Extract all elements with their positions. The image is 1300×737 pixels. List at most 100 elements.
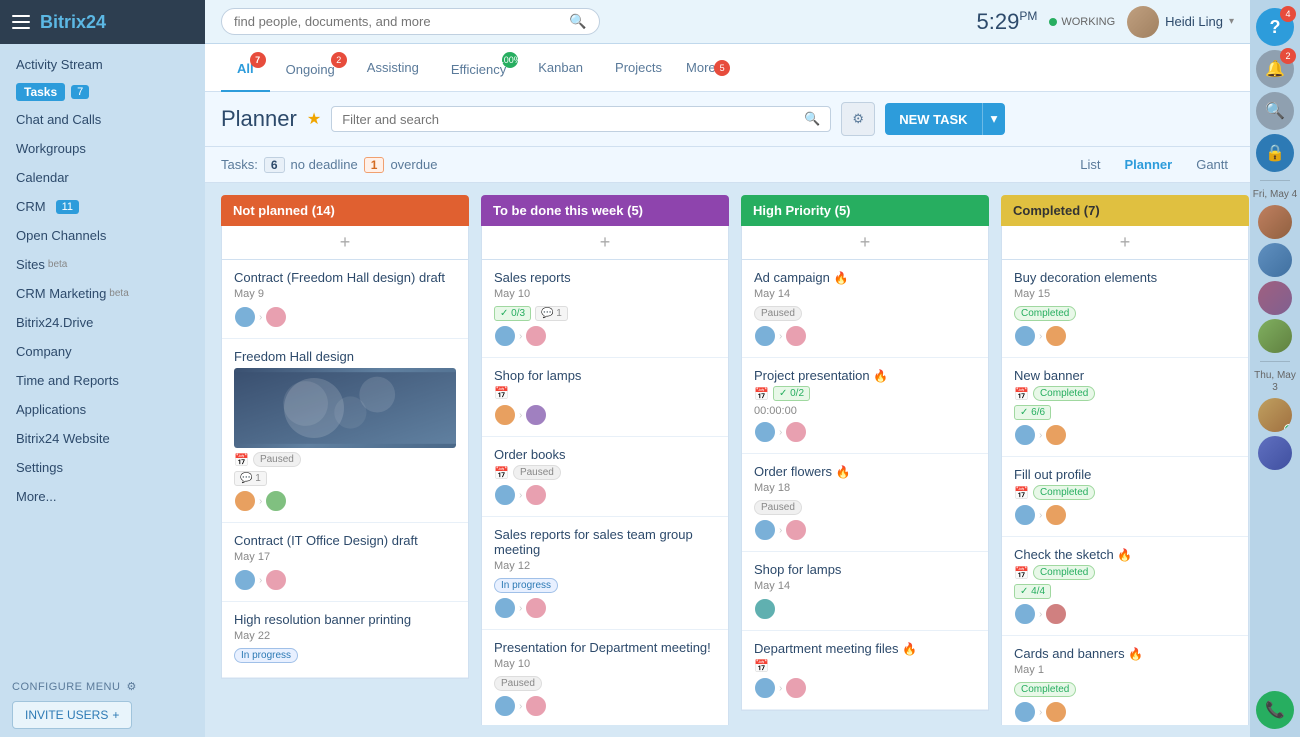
checklist-badge: ✓ 0/3 [494,306,531,321]
search-icon: 🔍 [804,111,820,127]
sidebar-item-crm[interactable]: CRM 11 [0,192,205,221]
contact-avatar-1[interactable] [1258,205,1292,239]
search-button[interactable]: 🔍 [1256,92,1294,130]
table-row[interactable]: Order flowers 🔥 May 18 Paused › [742,454,988,552]
invite-users-button[interactable]: INVITE USERS + [12,701,132,729]
card-meta: Paused [754,306,976,321]
table-row[interactable]: Shop for lamps 📅 › [482,358,728,437]
planner-view-button[interactable]: Planner [1119,155,1179,174]
cards-completed: Buy decoration elements May 15 Completed… [1001,260,1249,725]
filter-input[interactable] [342,112,804,127]
star-icon[interactable]: ★ [307,109,321,129]
fire-icon: 🔥 [902,642,917,656]
sidebar-item-activity[interactable]: Activity Stream [0,50,205,79]
contact-avatar-6[interactable] [1258,436,1292,470]
arrow-right-icon: › [1039,707,1042,718]
card-title: Check the sketch 🔥 [1014,547,1236,562]
sidebar-item-workgroups[interactable]: Workgroups [0,134,205,163]
phone-button[interactable]: 📞 [1256,691,1294,729]
user-info[interactable]: Heidi Ling ▾ [1127,6,1234,38]
notification-button[interactable]: 🔔 2 [1256,50,1294,88]
configure-menu[interactable]: CONFIGURE MENU ⚙ [12,680,193,693]
contact-avatar-5[interactable] [1258,398,1292,432]
card-title: Order books [494,447,716,462]
card-title: Department meeting files 🔥 [754,641,976,656]
filter-search[interactable]: 🔍 [331,106,831,132]
search-input[interactable] [234,14,569,29]
lock-icon: 🔒 [1265,143,1285,163]
lock-button[interactable]: 🔒 [1256,134,1294,172]
sidebar-item-sites[interactable]: Sites beta [0,250,205,279]
sidebar-item-calendar[interactable]: Calendar [0,163,205,192]
table-row[interactable]: Cards and banners 🔥 May 1 Completed › [1002,636,1248,725]
table-row[interactable]: Contract (Freedom Hall design) draft May… [222,260,468,339]
sidebar-item-time-reports[interactable]: Time and Reports [0,366,205,395]
new-task-dropdown-button[interactable]: ▾ [982,103,1006,135]
card-meta: 📅 ✓ 0/2 [754,386,976,401]
gantt-view-button[interactable]: Gantt [1190,155,1234,174]
help-button[interactable]: ? 4 [1256,8,1294,46]
sidebar-item-more[interactable]: More... [0,482,205,511]
tab-more[interactable]: More ▾ 5 [686,60,726,76]
avatar [1014,701,1036,723]
tabs-bar: All 7 Ongoing 2 Assisting Efficiency 100… [205,44,1250,92]
tab-all[interactable]: All 7 [221,44,270,92]
status-badge: Paused [253,452,301,467]
sidebar-item-chat[interactable]: Chat and Calls [0,105,205,134]
card-title: Sales reports [494,270,716,285]
search-bar[interactable]: 🔍 [221,8,600,35]
card-meta-check: ✓ 6/6 [1014,405,1236,420]
sidebar-item-open-channels[interactable]: Open Channels [0,221,205,250]
column-header-high-priority: High Priority (5) [741,195,989,226]
add-card-not-planned[interactable]: + [221,226,469,260]
arrow-right-icon: › [259,312,262,323]
table-row[interactable]: Contract (IT Office Design) draft May 17… [222,523,468,602]
contact-avatar-4[interactable] [1258,319,1292,353]
table-row[interactable]: New banner 📅 Completed ✓ 6/6 › [1002,358,1248,457]
add-card-to-be-done[interactable]: + [481,226,729,260]
table-row[interactable]: Sales reports May 10 ✓ 0/3 💬 1 › [482,260,728,358]
tab-more-badge: 5 [714,60,730,76]
sidebar-item-bitrix-website[interactable]: Bitrix24 Website [0,424,205,453]
table-row[interactable]: Order books 📅 Paused › [482,437,728,517]
divider [1260,180,1290,181]
divider-2 [1260,361,1290,362]
table-row[interactable]: Sales reports for sales team group meeti… [482,517,728,630]
sidebar-item-crm-marketing[interactable]: CRM Marketing beta [0,279,205,308]
table-row[interactable]: Buy decoration elements May 15 Completed… [1002,260,1248,358]
table-row[interactable]: High resolution banner printing May 22 I… [222,602,468,678]
table-row[interactable]: Department meeting files 🔥 📅 › [742,631,988,710]
card-meta: In progress [494,578,716,593]
sidebar-item-settings[interactable]: Settings [0,453,205,482]
table-row[interactable]: Shop for lamps May 14 [742,552,988,631]
table-row[interactable]: Check the sketch 🔥 📅 Completed ✓ 4/4 › [1002,537,1248,636]
table-row[interactable]: Project presentation 🔥 📅 ✓ 0/2 00:00:00 … [742,358,988,454]
table-row[interactable]: Ad campaign 🔥 May 14 Paused › [742,260,988,358]
card-title: High resolution banner printing [234,612,456,627]
list-view-button[interactable]: List [1074,155,1106,174]
add-card-completed[interactable]: + [1001,226,1249,260]
table-row[interactable]: Presentation for Department meeting! May… [482,630,728,725]
new-task-button[interactable]: NEW TASK [885,103,981,135]
tab-efficiency[interactable]: Efficiency 100% [435,44,522,92]
contact-avatar-2[interactable] [1258,243,1292,277]
settings-button[interactable]: ⚙ [841,102,875,136]
tasks-label[interactable]: Tasks [16,83,65,101]
hamburger-menu[interactable] [12,15,30,29]
fire-icon: 🔥 [836,465,851,479]
tab-assisting[interactable]: Assisting [351,44,435,92]
card-avatars: › [1014,603,1236,625]
tab-ongoing[interactable]: Ongoing 2 [270,44,351,92]
tab-kanban[interactable]: Kanban [522,44,599,92]
sidebar-item-drive[interactable]: Bitrix24.Drive [0,308,205,337]
tab-projects[interactable]: Projects [599,44,678,92]
add-card-high-priority[interactable]: + [741,226,989,260]
sidebar-item-company[interactable]: Company [0,337,205,366]
table-row[interactable]: Fill out profile 📅 Completed › [1002,457,1248,537]
sidebar-item-applications[interactable]: Applications [0,395,205,424]
tab-efficiency-badge: 100% [502,52,518,68]
contact-avatar-3[interactable] [1258,281,1292,315]
calendar-icon: 📅 [234,453,249,467]
column-not-planned: Not planned (14) + Contract (Freedom Hal… [221,195,469,725]
table-row[interactable]: Freedom Hall design 📅 [222,339,468,523]
